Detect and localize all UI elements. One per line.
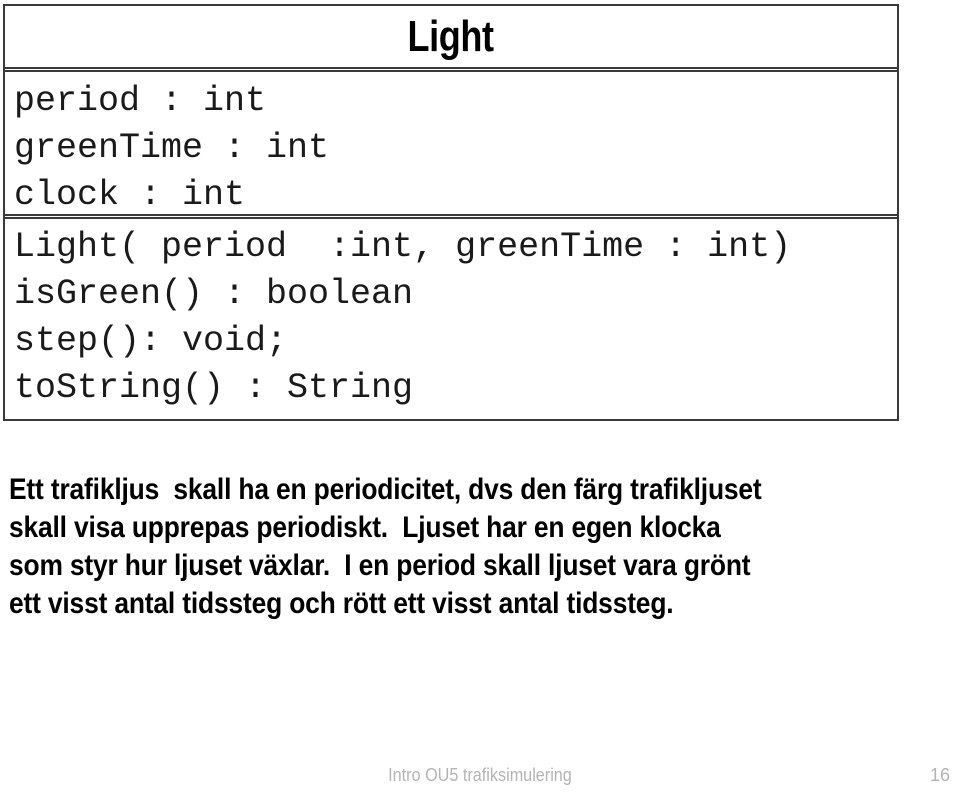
footer-title: Intro OU5 trafiksimulering: [388, 765, 572, 785]
uml-attribute-row: greenTime : int: [14, 128, 330, 168]
uml-operation-row: step(): void;: [14, 321, 288, 361]
slide-footer: Intro OU5 trafiksimulering 16: [0, 764, 960, 793]
uml-attribute-row: period : int: [14, 81, 267, 121]
uml-operations-compartment: Light( period :int, greenTime : int) isG…: [5, 219, 897, 412]
uml-attributes-compartment: period : int greenTime : int clock : int: [5, 72, 897, 215]
body-text-line: som styr hur ljuset växlar. I en period …: [9, 549, 751, 582]
body-text-line: ett visst antal tidssteg och rött ett vi…: [9, 587, 674, 620]
body-text-line: Ett trafikljus skall ha en periodicitet,…: [9, 473, 762, 506]
uml-operation-row: toString() : String: [14, 368, 414, 408]
uml-class-name-compartment: Light: [5, 6, 897, 67]
uml-operation-row: isGreen() : boolean: [14, 274, 414, 314]
uml-operation-row: Light( period :int, greenTime : int): [14, 227, 792, 267]
uml-class-box: Light period : int greenTime : int clock…: [3, 4, 899, 421]
uml-attribute-row: clock : int: [14, 175, 246, 215]
footer-page-number: 16: [929, 765, 950, 785]
body-text-line: skall visa upprepas periodiskt. Ljuset h…: [9, 511, 721, 544]
uml-class-name: Light: [407, 11, 495, 61]
slide-body-text: Ett trafikljus skall ha en periodicitet,…: [9, 471, 949, 623]
